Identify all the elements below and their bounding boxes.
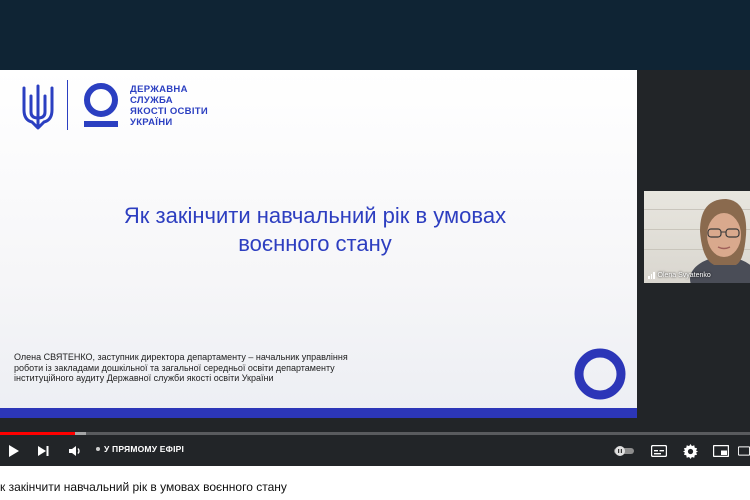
video-title: к закінчити навчальний рік в умовах воєн… — [0, 480, 287, 494]
live-indicator[interactable]: У ПРЯМОМУ ЕФІРІ — [96, 444, 184, 454]
play-button[interactable] — [4, 442, 22, 460]
next-button[interactable] — [34, 442, 52, 460]
progress-bar[interactable] — [0, 432, 750, 435]
footer-logo-icon — [574, 348, 626, 400]
presentation-slide: ДЕРЖАВНА СЛУЖБА ЯКОСТІ ОСВІТИ УКРАЇНИ Як… — [0, 70, 637, 418]
progress-played — [0, 432, 75, 435]
video-player[interactable]: ДЕРЖАВНА СЛУЖБА ЯКОСТІ ОСВІТИ УКРАЇНИ Як… — [0, 0, 750, 466]
play-icon — [9, 445, 19, 457]
settings-button[interactable] — [680, 442, 700, 460]
participant-webcam: Olena Svyatenko — [644, 191, 750, 283]
volume-icon — [68, 446, 80, 456]
presenter-info: Олена СВЯТЕНКО, заступник директора депа… — [14, 352, 348, 383]
signal-bars-icon — [648, 272, 655, 279]
player-controls: У ПРЯМОМУ ЕФІРІ — [0, 436, 750, 466]
subtitles-button[interactable] — [649, 442, 669, 460]
slide-title: Як закінчити навчальний рік в умовах воє… — [123, 203, 507, 256]
participant-video-icon — [690, 199, 750, 283]
video-top-area — [0, 0, 750, 70]
service-logo-icon — [84, 83, 118, 127]
gear-icon — [682, 443, 698, 459]
subtitles-icon — [651, 445, 667, 457]
slide-bottom-bar — [0, 408, 637, 418]
autoplay-toggle-icon — [614, 446, 634, 456]
autoplay-toggle[interactable] — [613, 442, 635, 460]
live-label: У ПРЯМОМУ ЕФІРІ — [104, 444, 185, 454]
miniplayer-icon — [713, 445, 729, 457]
logo-divider — [67, 80, 68, 130]
trident-emblem-icon — [22, 84, 54, 130]
theater-mode-icon — [738, 446, 750, 456]
organization-name: ДЕРЖАВНА СЛУЖБА ЯКОСТІ ОСВІТИ УКРАЇНИ — [130, 84, 209, 128]
participant-name-tag: Olena Svyatenko — [648, 272, 711, 279]
live-dot-icon — [96, 447, 100, 451]
skip-next-icon — [38, 446, 49, 456]
miniplayer-button[interactable] — [711, 442, 731, 460]
participant-name: Olena Svyatenko — [657, 272, 711, 279]
theater-mode-button[interactable] — [738, 442, 750, 460]
volume-button[interactable] — [66, 442, 84, 460]
